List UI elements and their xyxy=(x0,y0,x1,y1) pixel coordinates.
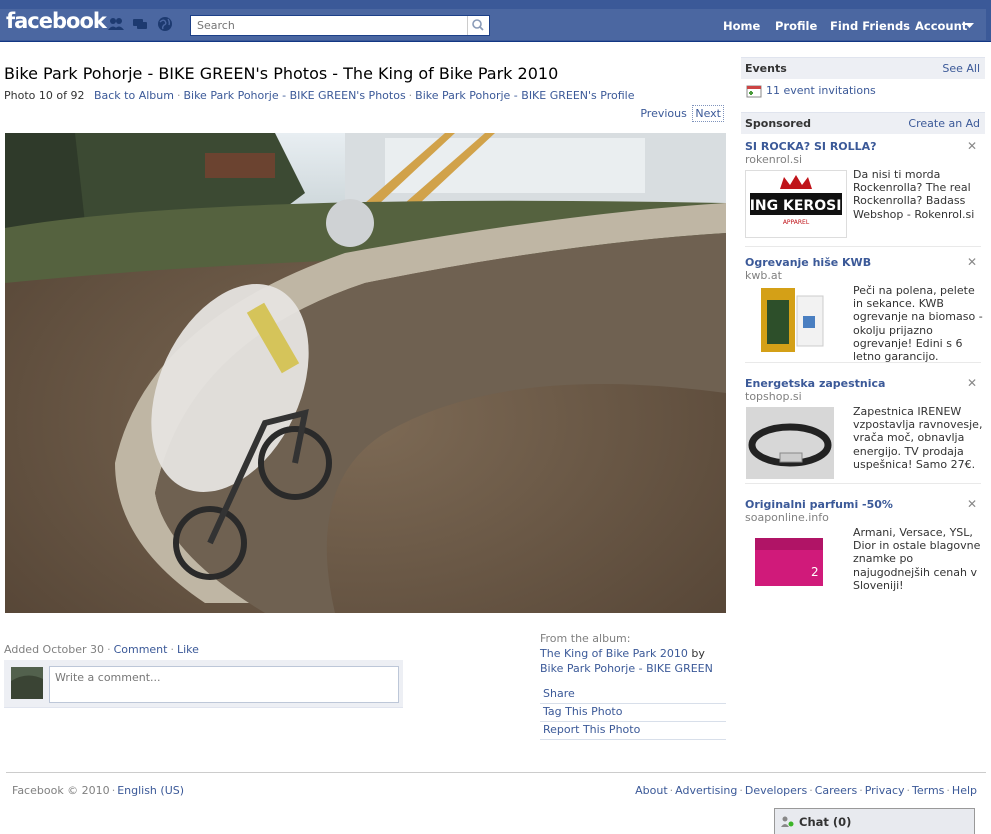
event-invitations-link[interactable]: 11 event invitations xyxy=(766,84,876,97)
footer-privacy-link[interactable]: Privacy xyxy=(865,784,905,797)
ad-text: Armani, Versace, YSL, Dior in ostale bla… xyxy=(853,526,981,592)
avatar xyxy=(11,667,43,699)
photo-added-line: Added October 30 · Comment · Like xyxy=(4,643,199,656)
next-photo-link[interactable]: Next xyxy=(692,105,724,122)
bracelet-product-image xyxy=(746,407,834,479)
search-box xyxy=(190,15,490,36)
footer-left: Facebook © 2010 · English (US) xyxy=(12,784,185,797)
ad-title[interactable]: Ogrevanje hiše KWB xyxy=(745,256,871,269)
ad-image[interactable] xyxy=(746,407,834,479)
search-button[interactable] xyxy=(467,16,489,35)
chat-label: Chat (0) xyxy=(799,815,852,829)
photo-counter: Photo 10 of 92 xyxy=(4,89,85,102)
nav-home[interactable]: Home xyxy=(723,19,760,33)
report-photo-link[interactable]: Report This Photo xyxy=(540,722,726,740)
share-link[interactable]: Share xyxy=(540,686,726,704)
previous-photo-link[interactable]: Previous xyxy=(640,107,687,120)
added-date: Added October 30 xyxy=(4,643,105,656)
king-kerosin-logo: KING KEROSIN APPAREL xyxy=(746,175,846,226)
nav-account[interactable]: Account xyxy=(915,19,967,33)
svg-text:2: 2 xyxy=(811,565,819,579)
footer-careers-link[interactable]: Careers xyxy=(815,784,858,797)
album-by-label: by xyxy=(691,647,705,660)
create-ad-link[interactable]: Create an Ad xyxy=(908,117,980,130)
close-ad-icon[interactable]: ✕ xyxy=(967,376,977,390)
ad-title[interactable]: Energetska zapestnica xyxy=(745,377,885,390)
search-input[interactable] xyxy=(191,16,467,35)
footer-developers-link[interactable]: Developers xyxy=(745,784,807,797)
photo-actions: Share Tag This Photo Report This Photo xyxy=(540,686,726,740)
chat-bar[interactable]: Chat (0) xyxy=(774,808,975,834)
nav-profile[interactable]: Profile xyxy=(775,19,817,33)
footer-terms-link[interactable]: Terms xyxy=(912,784,944,797)
page-title: Bike Park Pohorje - BIKE GREEN's Photos … xyxy=(4,64,559,83)
album-from-label: From the album: xyxy=(540,632,631,645)
notifications-globe-icon[interactable] xyxy=(157,16,173,32)
page-profile-link[interactable]: Bike Park Pohorje - BIKE GREEN's Profile xyxy=(415,89,634,102)
ad-separator xyxy=(745,483,981,484)
mountain-bike-photo xyxy=(5,133,726,613)
ad-domain: kwb.at xyxy=(745,269,782,282)
ad-image[interactable]: KING KEROSIN APPAREL xyxy=(745,170,847,238)
search-icon xyxy=(472,19,484,31)
footer-language-link[interactable]: English (US) xyxy=(117,784,184,797)
boiler-product-image xyxy=(745,286,847,354)
footer-advertising-link[interactable]: Advertising xyxy=(675,784,737,797)
album-photos-link[interactable]: Bike Park Pohorje - BIKE GREEN's Photos xyxy=(183,89,405,102)
like-link[interactable]: Like xyxy=(177,643,199,656)
ad-text: Peči na polena, pelete in sekance. KWB o… xyxy=(853,284,983,364)
ad-separator xyxy=(745,246,981,247)
footer-links: About · Advertising · Developers · Careers · Pri… xyxy=(635,784,977,797)
footer-divider xyxy=(6,772,986,773)
comment-box: Write a comment... xyxy=(4,660,403,708)
ad-title[interactable]: SI ROCKA? SI ROLLA? xyxy=(745,140,877,153)
account-dropdown-arrow-icon[interactable] xyxy=(965,23,974,29)
ad-domain: topshop.si xyxy=(745,390,802,403)
back-to-album-link[interactable]: Back to Album xyxy=(94,89,174,102)
comment-input[interactable]: Write a comment... xyxy=(49,666,399,703)
perfume-product-image: 2 xyxy=(745,528,847,596)
photo-pager: Previous Next xyxy=(640,105,724,122)
event-calendar-icon xyxy=(746,85,762,98)
ad-title[interactable]: Originalni parfumi -50% xyxy=(745,498,893,511)
ad-separator xyxy=(745,362,981,363)
ad-domain: rokenrol.si xyxy=(745,153,803,166)
ad-image[interactable]: 2 xyxy=(745,528,847,596)
ad-text: Da nisi ti morda Rockenrolla? The real R… xyxy=(853,168,975,221)
tag-photo-link[interactable]: Tag This Photo xyxy=(540,704,726,722)
events-title: Events xyxy=(745,62,787,75)
sponsored-title: Sponsored xyxy=(745,117,812,130)
footer-about-link[interactable]: About xyxy=(635,784,668,797)
ad-domain: soaponline.info xyxy=(745,511,829,524)
footer-help-link[interactable]: Help xyxy=(952,784,977,797)
sponsored-header: Sponsored Create an Ad xyxy=(741,112,985,134)
chat-status-icon xyxy=(781,816,794,827)
events-see-all-link[interactable]: See All xyxy=(942,62,980,75)
close-ad-icon[interactable]: ✕ xyxy=(967,139,977,153)
album-info: From the album: The King of Bike Park 20… xyxy=(540,631,726,676)
footer-copyright: Facebook © 2010 xyxy=(12,784,110,797)
album-owner-link[interactable]: Bike Park Pohorje - BIKE GREEN xyxy=(540,662,713,675)
close-ad-icon[interactable]: ✕ xyxy=(967,255,977,269)
messages-icon[interactable] xyxy=(132,16,148,32)
close-ad-icon[interactable]: ✕ xyxy=(967,497,977,511)
photo-breadcrumb: Photo 10 of 92 Back to Album · Bike Park P… xyxy=(4,89,635,102)
friend-requests-icon[interactable] xyxy=(108,16,124,32)
ad-text: Zapestnica IRENEW vzpostavlja ravnovesje… xyxy=(853,405,983,471)
facebook-logo[interactable]: facebook xyxy=(6,9,107,33)
user-avatar-image xyxy=(11,667,43,699)
ad-logo-text: KING KEROSIN xyxy=(746,198,846,214)
album-name-link[interactable]: The King of Bike Park 2010 xyxy=(540,647,688,660)
nav-find-friends[interactable]: Find Friends xyxy=(830,19,910,33)
events-header: Events See All xyxy=(741,57,985,79)
main-photo[interactable] xyxy=(5,133,726,613)
comment-link[interactable]: Comment xyxy=(114,643,168,656)
ad-image[interactable] xyxy=(745,286,847,354)
top-navigation-bar: facebook Home Profile Find Friends Accou… xyxy=(0,0,991,42)
ad-logo-subtext: APPAREL xyxy=(783,219,810,226)
